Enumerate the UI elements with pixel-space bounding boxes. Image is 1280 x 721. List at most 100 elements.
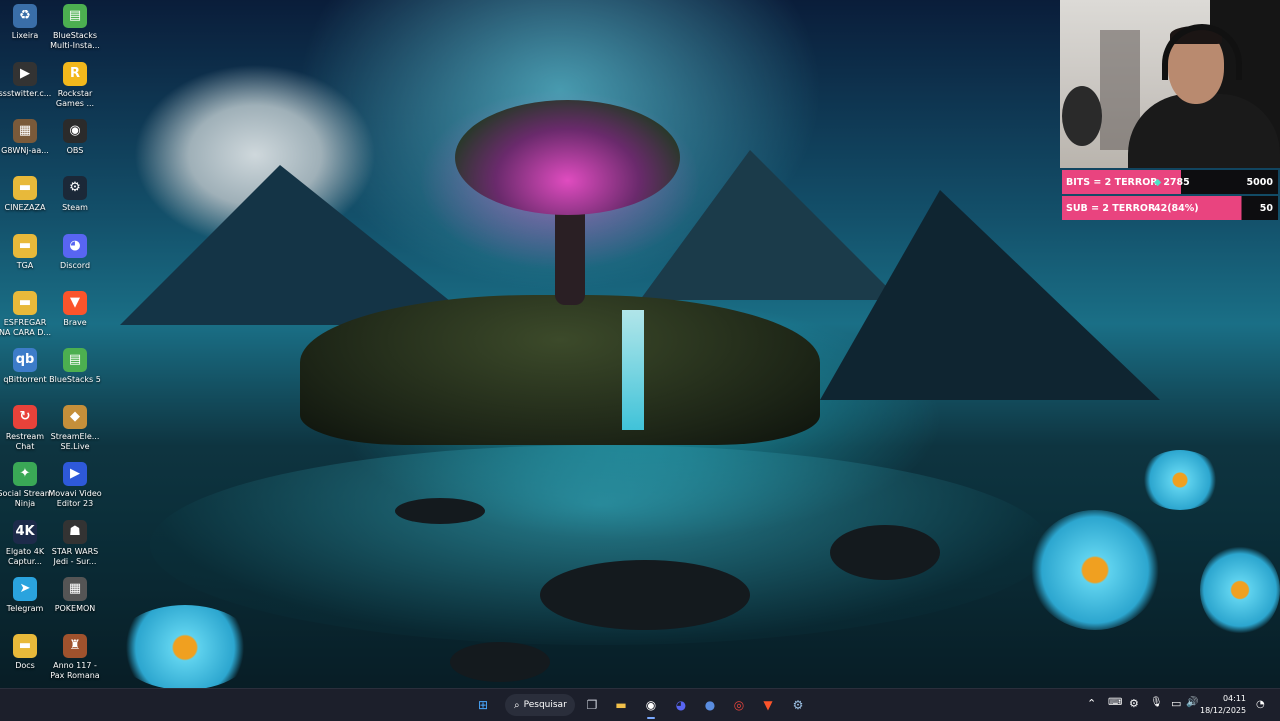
rock — [450, 642, 550, 682]
rock — [540, 560, 750, 630]
desktop-icon-label: TGA — [16, 261, 34, 270]
desktop-icon-a-10[interactable]: ➤ Telegram — [0, 577, 53, 614]
desktop-icon-a-1[interactable]: ▶ ssstwitter.c... — [0, 62, 53, 99]
desktop-icon-b-1[interactable]: R Rockstar Games ... — [47, 62, 103, 109]
desktop-icon-b-2[interactable]: ◉ OBS — [47, 119, 103, 156]
bits-goal-current: ◆ 2785 — [1154, 176, 1190, 188]
rock — [395, 498, 485, 524]
search-icon: ⌕ — [514, 699, 520, 711]
flower — [1140, 450, 1220, 510]
desktop-icon-b-8[interactable]: ▶ Movavi Video Editor 23 — [47, 462, 103, 509]
desktop-icon-a-4[interactable]: ▬ TGA — [0, 234, 53, 271]
clock-time: 04:11 — [1222, 694, 1246, 703]
desktop-icon-b-3[interactable]: ⚙ Steam — [47, 176, 103, 213]
bits-goal-target: 5000 — [1246, 176, 1273, 188]
notification-icon[interactable]: ◔ — [1256, 699, 1268, 711]
desktop-icon-b-9[interactable]: ☗ STAR WARS Jedi - Sur... — [47, 520, 103, 567]
sub-goal-bar: SUB = 2 TERROR 42(84%) 50 — [1062, 196, 1278, 220]
island — [300, 295, 820, 445]
folder-icon: ▬ — [13, 234, 37, 258]
qbittorrent-icon: qb — [13, 348, 37, 372]
desktop-icon-a-5[interactable]: ▬ ESFREGAR NA CARA D... — [0, 291, 53, 338]
desktop-icon-label: BlueStacks Multi-Insta... — [50, 31, 100, 50]
bits-goal-bar: BITS = 2 TERROR ◆ 2785 5000 — [1062, 170, 1278, 194]
social-stream-icon: ✦ — [13, 462, 37, 486]
star-wars-icon: ☗ — [63, 520, 87, 544]
search-label: Pesquisar — [523, 700, 567, 710]
desktop-icon-a-6[interactable]: qb qBittorrent — [0, 348, 53, 385]
rock — [830, 525, 940, 580]
desktop-icon-label: Anno 117 - Pax Romana — [50, 661, 100, 680]
desktop-icon-a-8[interactable]: ✦ Social Stream Ninja — [0, 462, 53, 509]
desktop-icon-label: qBittorrent — [3, 375, 47, 384]
chair — [1062, 86, 1102, 146]
movavi-icon: ▶ — [63, 462, 87, 486]
taskbar: ⊞ ⌕ Pesquisar ❐ ▬ ◉ ◕ ● ◎ ▼ ⚙ ⌃ ⌨ ⚙ 🎙 ▭ 🔊 04:11… — [0, 688, 1280, 721]
desktop-icon-label: Elgato 4K Captur... — [5, 547, 45, 566]
microphone-icon[interactable]: 🎙 — [1150, 697, 1163, 708]
desktop-icon-b-4[interactable]: ◕ Discord — [47, 234, 103, 271]
desktop-icon-label: ssstwitter.c... — [0, 89, 52, 98]
start-button[interactable]: ⊞ — [471, 693, 495, 717]
steam-taskbar-icon[interactable]: ⚙ — [786, 693, 810, 717]
desktop-icon-b-6[interactable]: ▤ BlueStacks 5 — [47, 348, 103, 385]
image-file-icon: ▦ — [13, 119, 37, 143]
flower — [1200, 545, 1280, 635]
steam-tray-icon[interactable]: ⚙ — [1129, 697, 1139, 710]
brave-taskbar-icon[interactable]: ▼ — [756, 693, 780, 717]
gem-icon: ◆ — [1154, 176, 1162, 188]
desktop-icon-a-2[interactable]: ▦ G8WNj-aa... — [0, 119, 53, 156]
desktop-icon-label: Brave — [63, 318, 87, 327]
sub-goal-current: 42(84%) — [1154, 202, 1199, 214]
desktop-icon-b-7[interactable]: ◆ StreamEle... SE.Live — [47, 405, 103, 452]
recycle-bin-icon: ♻ — [13, 4, 37, 28]
desktop-icon-label: CINEZAZA — [4, 203, 46, 212]
file-explorer-icon[interactable]: ▬ — [609, 693, 633, 717]
pokemon-icon: ▦ — [63, 577, 87, 601]
desktop-icon-label: Steam — [62, 203, 88, 212]
clock-date: 18/12/2025 — [1200, 706, 1247, 715]
desktop-icon-label: POKEMON — [54, 604, 96, 613]
tree-canopy — [455, 100, 680, 215]
desktop-icon-label: Lixeira — [11, 31, 39, 40]
desktop-icon-label: Docs — [15, 661, 35, 670]
desktop-icon-label: Movavi Video Editor 23 — [48, 489, 102, 508]
network-icon[interactable]: ▭ — [1171, 697, 1181, 710]
search-box[interactable]: ⌕ Pesquisar — [505, 694, 575, 716]
desktop-icon-label: Rockstar Games ... — [55, 89, 95, 108]
desktop-icon-b-10[interactable]: ▦ POKEMON — [47, 577, 103, 614]
task-view-icon[interactable]: ❐ — [580, 693, 604, 717]
discord-taskbar-icon[interactable]: ◕ — [669, 693, 693, 717]
desktop-icon-label: STAR WARS Jedi - Sur... — [51, 547, 99, 566]
clock[interactable]: 04:11 18/12/2025 — [1200, 693, 1246, 717]
bluestacks-icon: ▤ — [63, 348, 87, 372]
tray-chevron-icon[interactable]: ⌃ — [1087, 697, 1096, 710]
desktop-icon-label: OBS — [66, 146, 84, 155]
desktop-icon-label: Social Stream Ninja — [0, 489, 53, 508]
streamelements-icon: ◆ — [63, 405, 87, 429]
bluestacks-icon: ▤ — [63, 4, 87, 28]
keyboard-icon[interactable]: ⌨ — [1108, 697, 1122, 708]
obs-taskbar-icon[interactable]: ◉ — [639, 693, 663, 717]
desktop-icon-label: StreamEle... SE.Live — [50, 432, 100, 451]
desktop-icon-a-0[interactable]: ♻ Lixeira — [0, 4, 53, 41]
folder-icon: ▬ — [13, 176, 37, 200]
desktop-icon-b-0[interactable]: ▤ BlueStacks Multi-Insta... — [47, 4, 103, 51]
steam-icon: ⚙ — [63, 176, 87, 200]
desktop-icon-a-11[interactable]: ▬ Docs — [0, 634, 53, 671]
app-taskbar-icon[interactable]: ● — [698, 693, 722, 717]
mountain — [820, 190, 1160, 400]
mountain — [120, 165, 480, 325]
desktop-icon-a-9[interactable]: 4K Elgato 4K Captur... — [0, 520, 53, 567]
desktop-icon-a-7[interactable]: ↻ Restream Chat — [0, 405, 53, 452]
active-indicator — [647, 717, 655, 719]
restream-icon: ↻ — [13, 405, 37, 429]
chrome-taskbar-icon[interactable]: ◎ — [727, 693, 751, 717]
volume-icon[interactable]: 🔊 — [1186, 697, 1198, 708]
desktop-icon-b-5[interactable]: ▼ Brave — [47, 291, 103, 328]
desktop-icon-a-3[interactable]: ▬ CINEZAZA — [0, 176, 53, 213]
flower — [115, 605, 255, 690]
folder-icon: ▬ — [13, 634, 37, 658]
desktop-icon-b-11[interactable]: ♜ Anno 117 - Pax Romana — [47, 634, 103, 681]
folder-icon: ▬ — [13, 291, 37, 315]
